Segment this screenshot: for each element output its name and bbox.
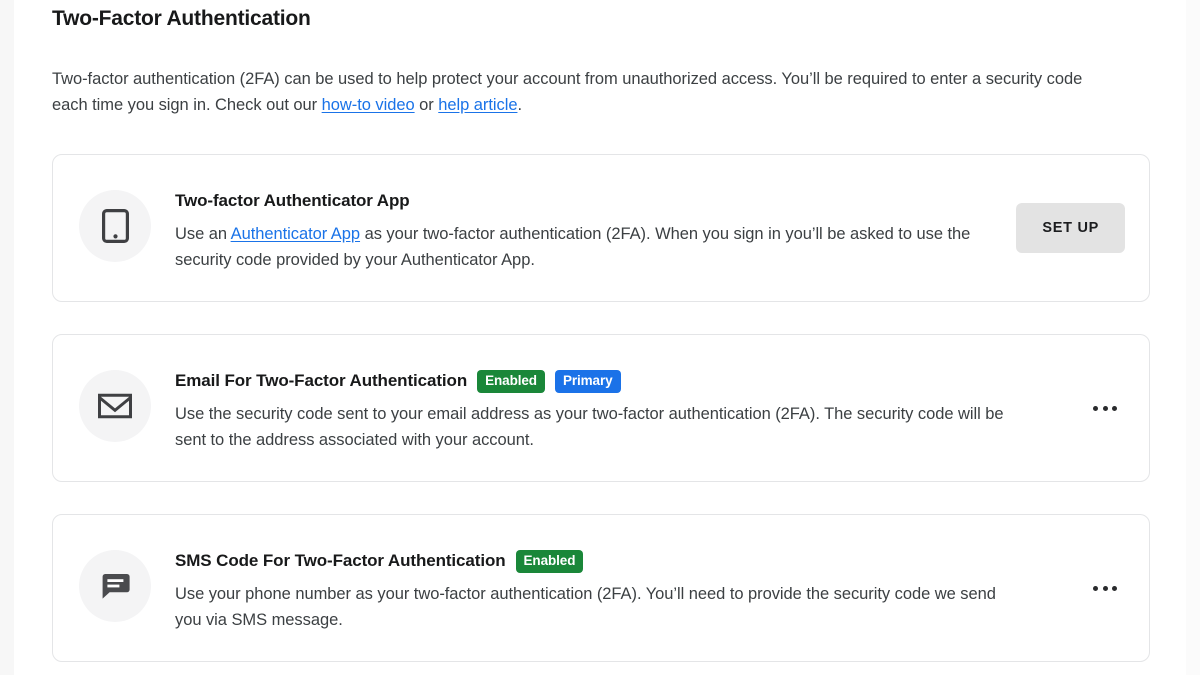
page-content: Two-Factor Authentication Two-factor aut… <box>14 0 1186 662</box>
two-factor-method-list: Two-factor Authenticator App Use an Auth… <box>52 154 1150 662</box>
kebab-dot <box>1103 586 1108 591</box>
method-card-sms: SMS Code For Two-Factor Authentication E… <box>52 514 1150 662</box>
intro-paragraph: Two-factor authentication (2FA) can be u… <box>52 33 1112 118</box>
desc-text-1: Use an <box>175 225 231 243</box>
settings-page: Two-Factor Authentication Two-factor aut… <box>14 0 1186 675</box>
envelope-icon <box>79 370 151 442</box>
how-to-video-link[interactable]: how-to video <box>322 96 415 114</box>
method-card-title: Email For Two-Factor Authentication <box>175 369 467 393</box>
page-edge-left <box>0 0 14 675</box>
method-card-authenticator-app: Two-factor Authenticator App Use an Auth… <box>52 154 1150 302</box>
method-card-description: Use the security code sent to your email… <box>175 401 1005 453</box>
kebab-dot <box>1103 406 1108 411</box>
kebab-dot <box>1112 406 1117 411</box>
page-title: Two-Factor Authentication <box>52 0 1150 33</box>
intro-text-1: Two-factor authentication (2FA) can be u… <box>52 70 1082 114</box>
intro-text-2: or <box>415 96 439 114</box>
method-card-body: SMS Code For Two-Factor Authentication E… <box>175 543 1069 633</box>
intro-text-3: . <box>517 96 522 114</box>
method-card-body: Two-factor Authenticator App Use an Auth… <box>175 183 1000 273</box>
method-card-title-row: Email For Two-Factor Authentication Enab… <box>175 369 1069 393</box>
method-card-body: Email For Two-Factor Authentication Enab… <box>175 363 1069 453</box>
method-card-action: SET UP <box>1016 203 1125 253</box>
page-edge-right <box>1186 0 1200 675</box>
method-card-title: Two-factor Authenticator App <box>175 189 410 213</box>
method-card-description: Use your phone number as your two-factor… <box>175 581 1005 633</box>
method-card-title-row: SMS Code For Two-Factor Authentication E… <box>175 549 1069 573</box>
more-options-button[interactable] <box>1085 396 1125 421</box>
status-badge-enabled: Enabled <box>516 550 584 573</box>
help-article-link[interactable]: help article <box>438 96 517 114</box>
method-card-title: SMS Code For Two-Factor Authentication <box>175 549 506 573</box>
mobile-device-icon <box>79 190 151 262</box>
method-card-action <box>1085 576 1125 601</box>
kebab-dot <box>1093 406 1098 411</box>
kebab-dot <box>1093 586 1098 591</box>
chat-bubble-icon <box>79 550 151 622</box>
set-up-button[interactable]: SET UP <box>1016 203 1125 253</box>
kebab-dot <box>1112 586 1117 591</box>
status-badge-primary: Primary <box>555 370 621 393</box>
method-card-action <box>1085 396 1125 421</box>
method-card-title-row: Two-factor Authenticator App <box>175 189 1000 213</box>
method-card-email: Email For Two-Factor Authentication Enab… <box>52 334 1150 482</box>
status-badge-enabled: Enabled <box>477 370 545 393</box>
more-options-button[interactable] <box>1085 576 1125 601</box>
authenticator-app-link[interactable]: Authenticator App <box>231 225 360 243</box>
method-card-description: Use an Authenticator App as your two-fac… <box>175 221 1000 273</box>
